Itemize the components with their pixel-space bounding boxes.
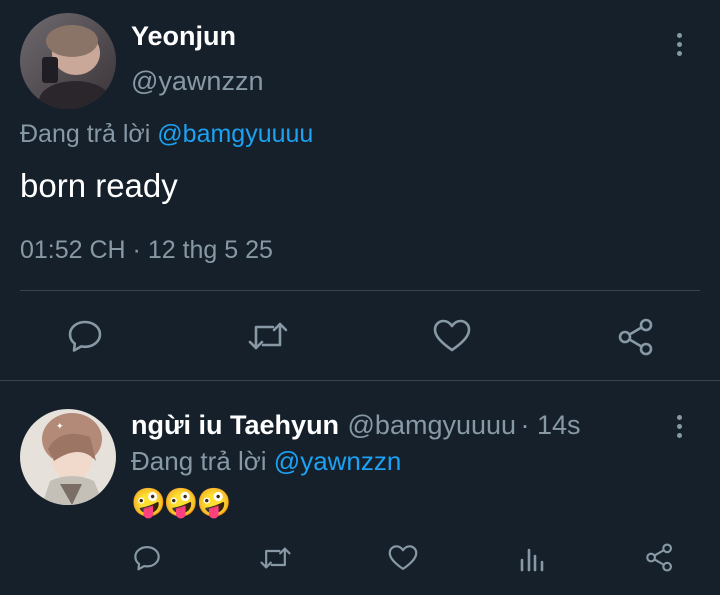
tweet-text: born ready: [20, 167, 178, 204]
reply-time[interactable]: · 14s: [520, 410, 580, 440]
retweet-icon[interactable]: [247, 318, 289, 354]
author-avatar[interactable]: [20, 13, 116, 109]
retweet-icon[interactable]: [259, 544, 292, 572]
reply-tweet-text: 🤪🤪🤪: [131, 486, 232, 519]
svg-text:✦: ✦: [56, 422, 64, 432]
author-handle[interactable]: @yawnzzn: [131, 66, 263, 97]
tweet-timestamp[interactable]: 01:52 CH · 12 thg 5 25: [20, 236, 273, 265]
author-name[interactable]: Yeonjun: [131, 21, 236, 52]
tweet-separator: [0, 380, 720, 381]
reply-mention-link[interactable]: @bamgyuuuu: [157, 120, 313, 148]
share-icon[interactable]: [617, 318, 655, 356]
reply-context: Đang trả lời @yawnzzn: [131, 446, 401, 477]
reply-author-handle[interactable]: @bamgyuuuu: [348, 410, 517, 440]
more-options-icon[interactable]: [677, 33, 683, 60]
divider: [20, 290, 700, 291]
reply-author-avatar[interactable]: ✦: [20, 409, 116, 505]
like-icon[interactable]: [433, 318, 471, 354]
reply-author-name[interactable]: ngừi iu Taehyun: [131, 410, 339, 440]
reply-author-line: ngừi iu Taehyun @bamgyuuuu · 14s: [131, 410, 581, 441]
reply-prefix: Đang trả lời: [131, 446, 267, 476]
reply-icon[interactable]: [133, 544, 161, 572]
like-icon[interactable]: [388, 544, 418, 572]
reply-mention-link[interactable]: @yawnzzn: [274, 446, 402, 476]
reply-context: Đang trả lời @bamgyuuuu: [20, 120, 313, 149]
share-icon[interactable]: [645, 543, 674, 572]
analytics-icon[interactable]: [518, 544, 546, 572]
reply-more-options-icon[interactable]: [677, 415, 683, 442]
reply-icon[interactable]: [67, 318, 103, 354]
reply-prefix: Đang trả lời: [20, 120, 151, 148]
